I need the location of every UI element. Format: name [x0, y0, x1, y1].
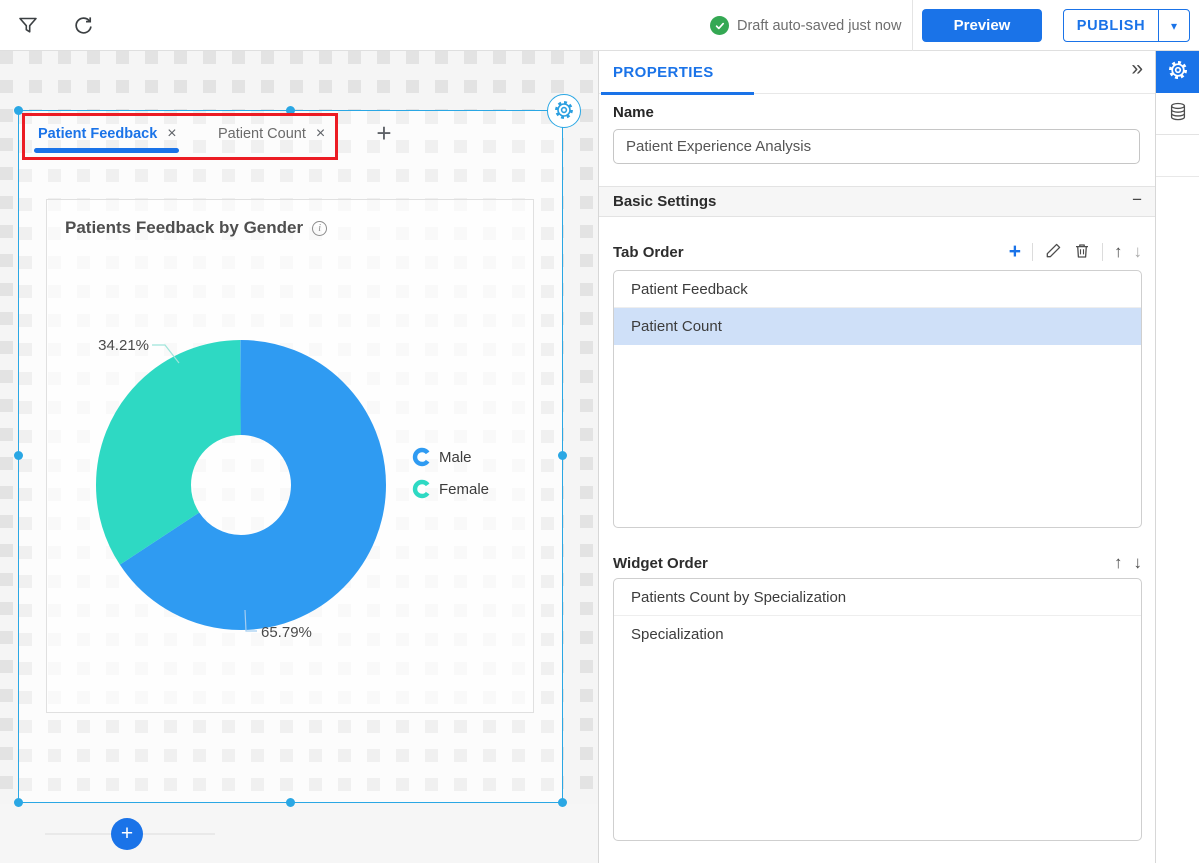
chart-legend[interactable]: Male Female [415, 449, 489, 498]
panel-title: PROPERTIES [613, 64, 714, 81]
tab-order-title: Tab Order [613, 244, 1009, 261]
widget-move-down-button[interactable]: ↓ [1134, 553, 1143, 573]
tab-order-list: Patient Feedback Patient Count [613, 270, 1142, 528]
trash-icon [1073, 242, 1091, 263]
add-tab-button[interactable]: + [367, 113, 401, 153]
toolbar-divider [912, 0, 913, 51]
panel-header: PROPERTIES » [599, 51, 1155, 94]
collapse-panel-button[interactable]: » [1131, 57, 1143, 81]
database-icon [1167, 101, 1189, 126]
widget-move-up-button[interactable]: ↑ [1114, 553, 1123, 573]
slice-label-male: 65.79% [261, 624, 312, 641]
autosave-text: Draft auto-saved just now [737, 18, 901, 34]
delete-button[interactable] [1073, 242, 1091, 263]
pie-chart-widget[interactable]: Patients Feedback by Gender i 34.21% 65.… [46, 199, 534, 713]
publish-caret-down-icon[interactable]: ▾ [1159, 10, 1189, 41]
panel-icon-strip [1155, 51, 1199, 863]
resize-handle-bottom-right[interactable] [558, 798, 567, 807]
publish-button[interactable]: PUBLISH [1064, 10, 1158, 41]
autosave-status: Draft auto-saved just now [710, 0, 901, 51]
autosave-check-icon [710, 16, 729, 35]
name-field-label: Name [613, 104, 654, 121]
widget-order-list: Patients Count by Specialization Special… [613, 578, 1142, 841]
properties-tab-button[interactable] [1156, 51, 1199, 93]
tab-order-header: Tab Order + ↑ ↓ [613, 237, 1142, 267]
close-icon[interactable]: × [316, 125, 325, 143]
resize-handle-bottom-middle[interactable] [286, 798, 295, 807]
legend-label-female[interactable]: Female [439, 481, 489, 498]
dashboard-designer: Draft auto-saved just now Preview PUBLIS… [0, 0, 1199, 863]
tab-widget-selection[interactable]: Patient Feedback × Patient Count × + Pat… [18, 110, 563, 803]
dashboard-name-input[interactable] [613, 129, 1140, 164]
legend-swatch-female [415, 482, 429, 496]
filter-icon [16, 14, 42, 38]
tab-order-item-selected[interactable]: Patient Count [614, 308, 1141, 345]
add-tab-order-button[interactable]: + [1009, 242, 1021, 262]
strip-empty-cell [1156, 135, 1199, 177]
resize-handle-top-left[interactable] [14, 106, 23, 115]
move-down-button[interactable]: ↓ [1134, 242, 1143, 262]
gear-icon [1167, 59, 1189, 84]
widget-settings-button[interactable] [547, 94, 581, 128]
legend-label-male[interactable]: Male [439, 449, 472, 466]
widget-tab-patient-count[interactable]: Patient Count × [218, 111, 325, 157]
resize-handle-right-middle[interactable] [558, 451, 567, 460]
panel-title-underline [601, 92, 754, 95]
resize-handle-bottom-left[interactable] [14, 798, 23, 807]
icon-divider [1032, 243, 1033, 261]
icon-divider [1102, 243, 1103, 261]
legend-swatch-male [415, 450, 429, 464]
gear-icon [553, 99, 575, 124]
widget-tabbar: Patient Feedback × Patient Count × + [19, 111, 562, 163]
refresh-button[interactable] [71, 13, 97, 39]
basic-settings-section-header[interactable]: Basic Settings − [599, 186, 1155, 217]
widget-order-title: Widget Order [613, 555, 1114, 572]
resize-handle-top-middle[interactable] [286, 106, 295, 115]
edit-button[interactable] [1044, 242, 1062, 263]
publish-split-button[interactable]: PUBLISH ▾ [1063, 9, 1190, 42]
collapse-section-icon[interactable]: − [1132, 190, 1142, 210]
donut-slices [144, 388, 339, 583]
widget-order-item[interactable]: Patients Count by Specialization [614, 579, 1141, 616]
preview-button[interactable]: Preview [922, 9, 1042, 42]
top-toolbar: Draft auto-saved just now Preview PUBLIS… [0, 0, 1199, 51]
refresh-icon [71, 14, 97, 38]
data-source-tab-button[interactable] [1156, 93, 1199, 135]
resize-handle-left-middle[interactable] [14, 451, 23, 460]
section-title: Basic Settings [613, 193, 716, 210]
properties-panel: PROPERTIES » Name Basic Settings − Tab O… [598, 51, 1155, 863]
tab-order-item[interactable]: Patient Feedback [614, 271, 1141, 308]
active-tab-indicator [34, 148, 179, 153]
tab-label: Patient Count [218, 126, 306, 142]
close-icon[interactable]: × [167, 125, 176, 143]
add-widget-button[interactable]: + [111, 818, 143, 850]
donut-chart: 34.21% 65.79% Male Female [47, 200, 535, 714]
design-canvas[interactable]: + Patient Feedback × Patient Count × + [0, 51, 598, 863]
filter-button[interactable] [16, 13, 42, 39]
slice-label-female: 34.21% [98, 337, 149, 354]
widget-order-header: Widget Order ↑ ↓ [613, 548, 1142, 578]
pencil-icon [1044, 242, 1062, 263]
widget-order-item[interactable]: Specialization [614, 616, 1141, 653]
tab-label: Patient Feedback [38, 126, 157, 142]
move-up-button[interactable]: ↑ [1114, 242, 1123, 262]
